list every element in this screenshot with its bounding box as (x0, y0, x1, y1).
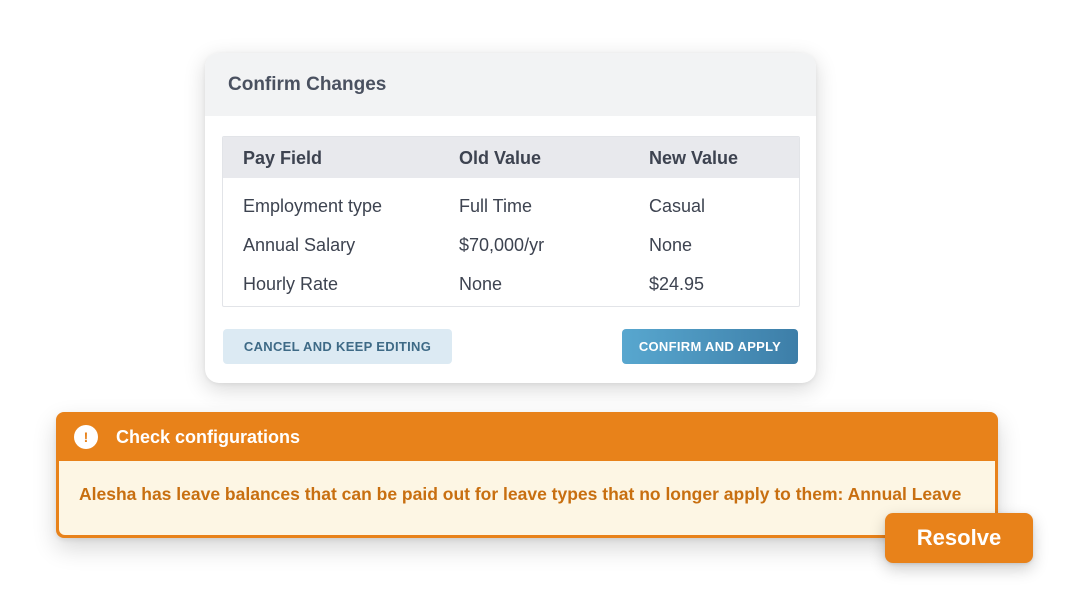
table-row: Employment type Full Time Casual (223, 187, 799, 226)
exclamation-icon: ! (74, 425, 98, 449)
old-value-cell: $70,000/yr (459, 235, 545, 255)
alert-body: Alesha has leave balances that can be pa… (59, 461, 995, 535)
column-header-new-value: New Value (649, 148, 739, 168)
table-row: Annual Salary $70,000/yr None (223, 226, 799, 265)
new-value-cell: None (649, 235, 693, 255)
confirm-and-apply-button[interactable]: CONFIRM AND APPLY (622, 329, 798, 364)
new-value-cell: $24.95 (649, 274, 705, 294)
cancel-and-keep-editing-button[interactable]: CANCEL AND KEEP EDITING (223, 329, 452, 364)
pay-field-cell: Annual Salary (243, 235, 356, 255)
new-value-cell: Casual (649, 196, 706, 216)
column-header-pay-field: Pay Field (243, 148, 323, 168)
changes-table: Pay Field Old Value New Value Employment… (222, 136, 800, 307)
alert-message: Alesha has leave balances that can be pa… (79, 484, 962, 504)
column-header-old-value: Old Value (459, 148, 542, 168)
check-configurations-alert: ! Check configurations Alesha has leave … (56, 412, 998, 538)
old-value-cell: None (459, 274, 503, 294)
stage: Confirm Changes Pay Field Old Value New … (0, 0, 1087, 616)
table-row: Hourly Rate None $24.95 (223, 265, 799, 304)
pay-field-cell: Hourly Rate (243, 274, 339, 294)
table-header: Pay Field Old Value New Value (223, 137, 799, 178)
alert-title: Check configurations (116, 426, 301, 447)
alert-header: ! Check configurations (56, 412, 998, 462)
resolve-button[interactable]: Resolve (885, 513, 1033, 563)
confirm-changes-dialog: Confirm Changes Pay Field Old Value New … (205, 53, 816, 383)
dialog-header: Confirm Changes (205, 53, 816, 116)
pay-field-cell: Employment type (243, 196, 383, 216)
old-value-cell: Full Time (459, 196, 533, 216)
dialog-title: Confirm Changes (228, 73, 387, 95)
